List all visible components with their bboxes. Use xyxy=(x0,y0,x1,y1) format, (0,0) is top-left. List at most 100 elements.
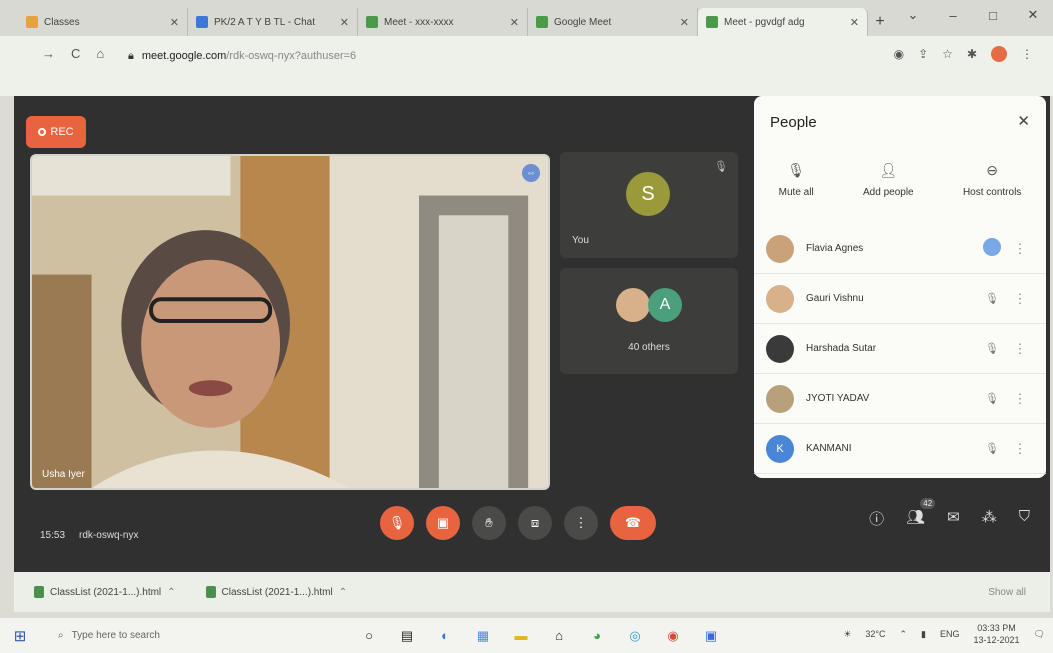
tab-close-icon[interactable]: ✕ xyxy=(510,16,519,29)
shield-icon[interactable]: ⛉ xyxy=(1019,508,1030,529)
others-avatar-photo xyxy=(616,288,650,322)
participant-list: Flavia Agnes ⋮ Gauri Vishnu 🎙︎ ⋮ Harshada Sut… xyxy=(754,224,1046,474)
download-item[interactable]: ClassList (2021-1...).html ⌃ xyxy=(34,586,176,598)
app-icon-4[interactable]: ▣ xyxy=(702,627,720,645)
present-button[interactable]: ⧈ xyxy=(518,506,552,540)
browser-tab[interactable]: PK/2 A T Y B TL - Chat ✕ xyxy=(188,8,358,36)
file-icon xyxy=(205,586,216,598)
call-controls: 🎙︎ ▣ ✋︎ ⧈ ⋮ ☎︎ xyxy=(380,506,656,540)
participant-row[interactable]: K KANMANI 🎙︎ ⋮ xyxy=(754,424,1046,474)
more-vert-icon[interactable]: ⋮ xyxy=(1006,391,1034,407)
maximize-button[interactable]: □ xyxy=(973,0,1013,30)
puzzle-icon[interactable]: ✱ xyxy=(967,47,977,61)
more-vert-icon[interactable]: ⋮ xyxy=(1006,441,1034,457)
browser-tab[interactable]: Meet - pgvdgf adg ✕ xyxy=(698,8,868,36)
windows-taskbar: ⊞ ⌕ Type here to search ○ ▤ ◐ ▦ ▬ ⌂ ◕ ◎ … xyxy=(0,618,1053,653)
tab-close-icon[interactable]: ✕ xyxy=(850,16,859,29)
participant-row[interactable]: JYOTI YADAV 🎙︎ ⋮ xyxy=(754,374,1046,424)
browser-tab-strip: Classes ✕ PK/2 A T Y B TL - Chat ✕ Meet - xx… xyxy=(0,0,1053,36)
chrome-icon[interactable]: ◉ xyxy=(664,627,682,645)
chat-icon[interactable]: ✉︎ xyxy=(947,508,960,529)
tab-close-icon[interactable]: ✕ xyxy=(340,16,349,29)
url-path: /rdk-oswq-nyx?authuser=6 xyxy=(226,50,357,62)
share-icon[interactable]: ⇪ xyxy=(918,47,928,61)
mic-off-icon: 🎙︎ xyxy=(985,293,999,305)
more-options-button[interactable]: ⋮ xyxy=(564,506,598,540)
notification-icon[interactable]: 🗨︎ xyxy=(1034,629,1045,640)
mic-off-icon: 🎙︎ xyxy=(985,443,999,455)
browser-tab[interactable]: Google Meet ✕ xyxy=(528,8,698,36)
chevron-up-icon[interactable]: ⌃ xyxy=(167,587,175,598)
toggle-icon: ⊖ xyxy=(986,162,998,178)
add-people-button[interactable]: 👤︎ Add people xyxy=(863,162,914,198)
activities-icon[interactable]: ⁂ xyxy=(982,508,997,529)
leave-call-button[interactable]: ☎︎ xyxy=(610,506,656,540)
people-button[interactable]: 👥︎ 42 xyxy=(906,498,936,529)
participant-name: Harshada Sutar xyxy=(806,343,877,354)
browser-tab[interactable]: Classes ✕ xyxy=(18,8,188,36)
host-controls-label: Host controls xyxy=(962,187,1022,198)
participant-row[interactable]: Gauri Vishnu 🎙︎ ⋮ xyxy=(754,274,1046,324)
add-people-label: Add people xyxy=(863,187,914,198)
tab-close-icon[interactable]: ✕ xyxy=(170,16,179,29)
new-tab-button[interactable]: + xyxy=(868,8,892,36)
chevron-up-icon[interactable]: ⌃ xyxy=(900,629,908,640)
mic-off-icon: 🎙︎ xyxy=(985,393,999,405)
reload-icon[interactable]: C xyxy=(71,46,80,61)
chevron-up-icon[interactable]: ⌃ xyxy=(339,587,347,598)
app-icon-3[interactable]: ◎ xyxy=(626,627,644,645)
taskbar-search[interactable]: ⌕ Type here to search xyxy=(40,623,330,649)
mic-toggle-button[interactable]: 🎙︎ xyxy=(380,506,414,540)
self-tile[interactable]: S 🎙︎ You xyxy=(560,152,738,258)
info-icon[interactable]: ⓘ xyxy=(869,508,884,529)
more-vert-icon[interactable]: ⋮ xyxy=(1006,341,1034,357)
folder-icon[interactable]: ▬ xyxy=(512,627,530,645)
windows-start-icon[interactable]: ⊞ xyxy=(0,627,40,645)
address-bar-area: → C ⌂ 🔒︎ meet.google.com/rdk-oswq-nyx?au… xyxy=(0,36,1053,96)
language-indicator[interactable]: ENG xyxy=(940,629,960,639)
extension-toolbar: ◉ ⇪ ☆ ✱ ⋮ xyxy=(894,46,1033,62)
host-controls-button[interactable]: ⊖ Host controls xyxy=(963,162,1021,198)
participant-row[interactable]: Harshada Sutar 🎙︎ ⋮ xyxy=(754,324,1046,374)
url-field[interactable]: 🔒︎ meet.google.com/rdk-oswq-nyx?authuser… xyxy=(128,44,868,68)
people-panel: People ✕ 🎙︎ Mute all 👤︎ Add people ⊖ Hos… xyxy=(754,96,1046,478)
lock-icon: 🔒︎ xyxy=(128,49,134,62)
clock[interactable]: 03:33 PM 13-12-2021 xyxy=(974,622,1020,646)
minimize-button[interactable]: – xyxy=(933,0,973,30)
people-icon: 👥︎ xyxy=(906,509,926,526)
menu-icon[interactable]: ⋮ xyxy=(1021,47,1033,61)
show-all-button[interactable]: Show all xyxy=(988,587,1026,598)
task-view-icon[interactable]: ○ xyxy=(360,627,378,645)
mute-all-button[interactable]: 🎙︎ Mute all xyxy=(779,162,814,198)
camera-off-icon: ▣ xyxy=(436,515,450,530)
app-icon-2[interactable]: ◕ xyxy=(588,627,606,645)
others-tile[interactable]: A 40 others xyxy=(560,268,738,374)
raise-hand-button[interactable]: ✋︎ xyxy=(472,506,506,540)
participant-avatar: K xyxy=(766,434,794,463)
battery-icon[interactable]: ▮ xyxy=(921,629,926,640)
tab-favicon-icon xyxy=(706,16,718,28)
back-arrow-icon[interactable]: → xyxy=(42,46,55,61)
tab-close-icon[interactable]: ✕ xyxy=(680,16,689,29)
main-speaker-video[interactable]: ◦◦ Usha Iyer xyxy=(30,154,550,490)
store-icon[interactable]: ▦ xyxy=(474,627,492,645)
tab-label: Classes xyxy=(44,16,80,28)
home-icon[interactable]: ⌂ xyxy=(96,46,104,61)
chevron-down-icon[interactable]: ⌄ xyxy=(893,0,933,30)
star-icon[interactable]: ☆ xyxy=(942,47,953,61)
close-window-button[interactable]: ✕ xyxy=(1013,0,1053,30)
camera-toggle-button[interactable]: ▣ xyxy=(426,506,460,540)
file-explorer-icon[interactable]: ▤ xyxy=(398,627,416,645)
more-vert-icon[interactable]: ⋮ xyxy=(1006,291,1034,307)
extension-icon[interactable]: ◉ xyxy=(894,47,904,61)
app-icon[interactable]: ⌂ xyxy=(550,627,568,645)
speaker-video-image xyxy=(32,156,548,488)
download-item[interactable]: ClassList (2021-1...).html ⌃ xyxy=(205,586,347,598)
participant-row[interactable]: Flavia Agnes ⋮ xyxy=(754,224,1046,274)
others-label: 40 others xyxy=(628,342,670,353)
profile-avatar[interactable] xyxy=(991,46,1007,62)
edge-icon[interactable]: ◐ xyxy=(436,627,454,645)
close-icon[interactable]: ✕ xyxy=(1017,112,1030,130)
browser-tab[interactable]: Meet - xxx-xxxx ✕ xyxy=(358,8,528,36)
more-vert-icon[interactable]: ⋮ xyxy=(1006,241,1034,257)
